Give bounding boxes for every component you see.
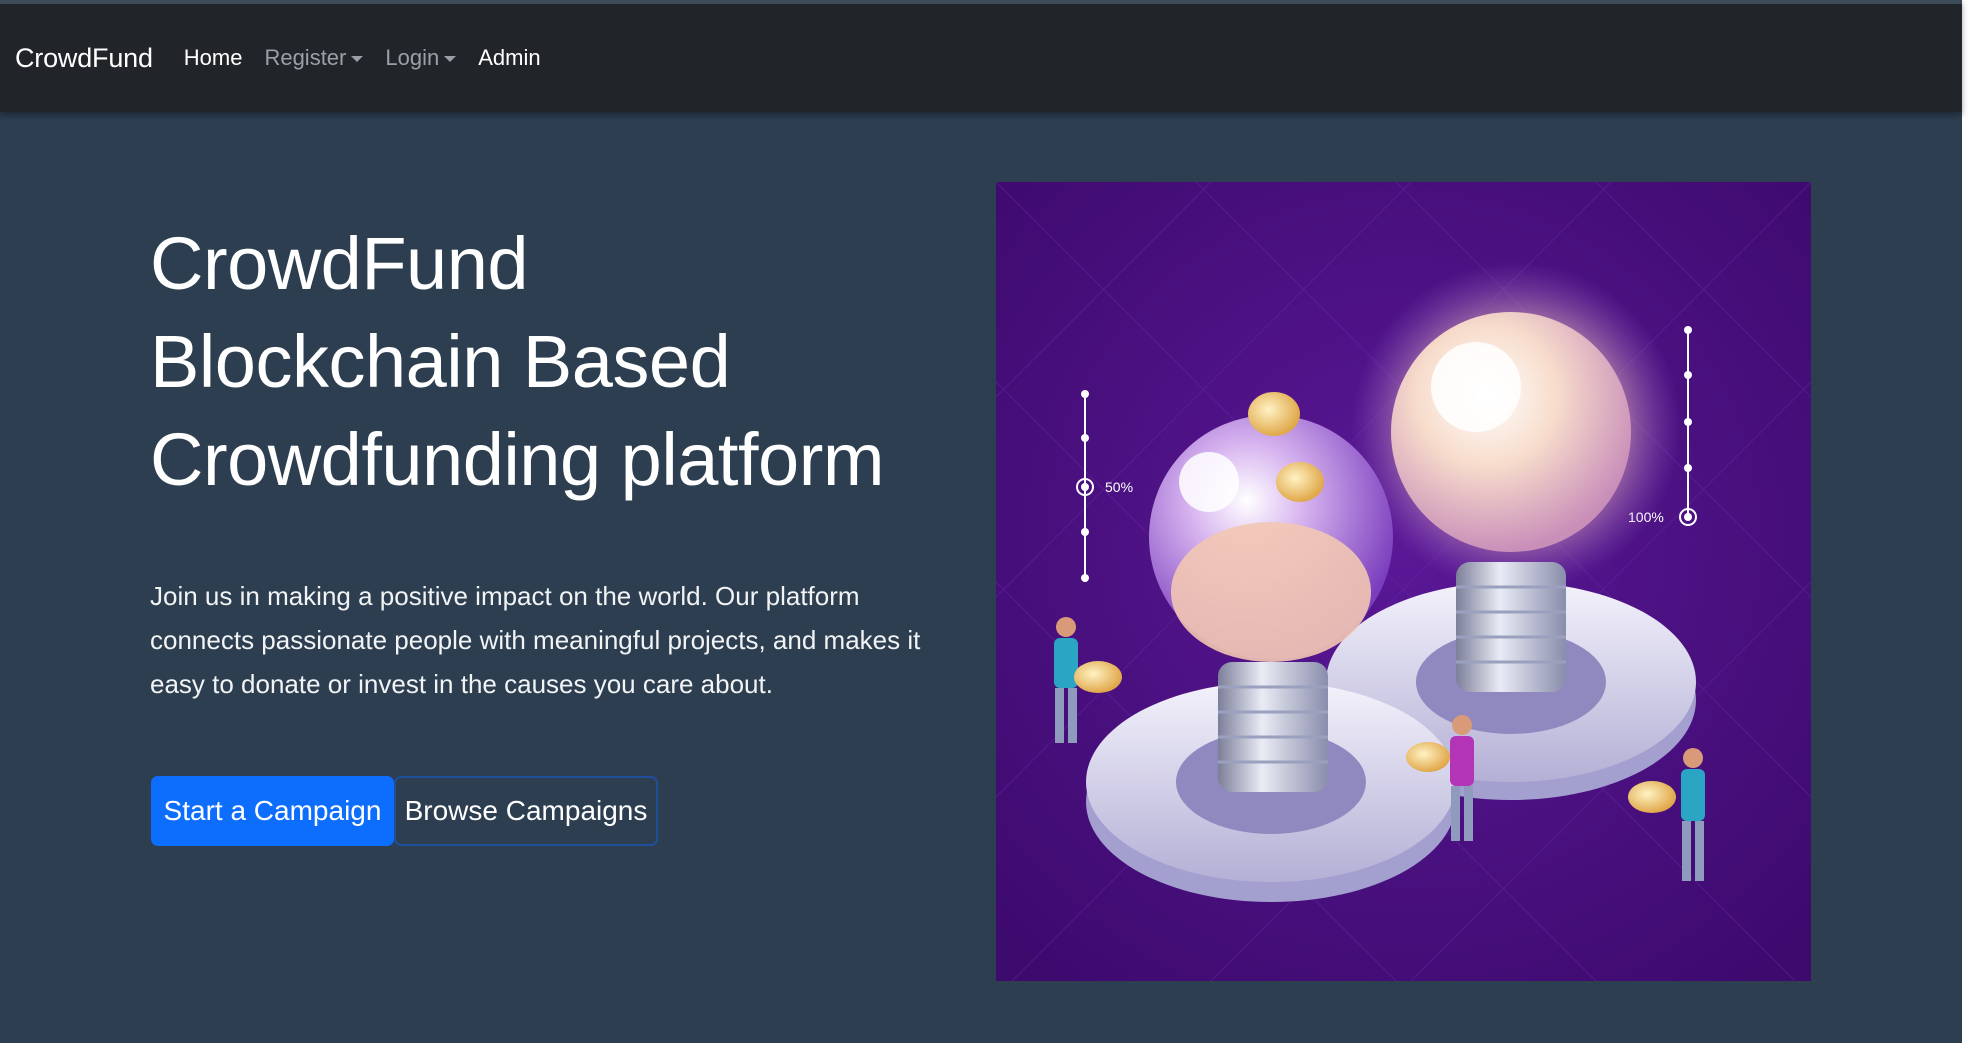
nav-login-dropdown[interactable]: Login [385, 45, 457, 71]
caret-down-icon [351, 56, 364, 62]
nav-register-dropdown[interactable]: Register [264, 45, 364, 71]
left-meter-label: 50% [1105, 479, 1133, 495]
start-campaign-button[interactable]: Start a Campaign [151, 776, 394, 846]
hero-title-line-2: Blockchain Based [150, 320, 731, 403]
caret-down-icon [444, 56, 457, 62]
hero-illustration: 50% 100% [996, 182, 1811, 981]
nav-admin[interactable]: Admin [478, 45, 540, 71]
browse-campaigns-button[interactable]: Browse Campaigns [394, 776, 658, 846]
window-edge [1962, 0, 1968, 1043]
top-navbar: CrowdFund Home Register Login Admin [0, 0, 1962, 112]
nav-home-label: Home [183, 45, 243, 70]
nav-register-label: Register [264, 45, 347, 70]
hero-title-line-1: CrowdFund [150, 222, 529, 305]
hero-description: Join us in making a positive impact on t… [150, 581, 921, 699]
hero-title: CrowdFund Blockchain Based Crowdfunding … [150, 215, 970, 509]
nav-login-label: Login [385, 45, 440, 70]
nav-home[interactable]: Home [184, 45, 243, 71]
nav-admin-label: Admin [478, 45, 541, 70]
hero-title-line-3: Crowdfunding platform [150, 418, 884, 501]
brand-logo[interactable]: CrowdFund [15, 43, 153, 74]
lightbulb-coins-illustration: 50% 100% [996, 182, 1811, 981]
